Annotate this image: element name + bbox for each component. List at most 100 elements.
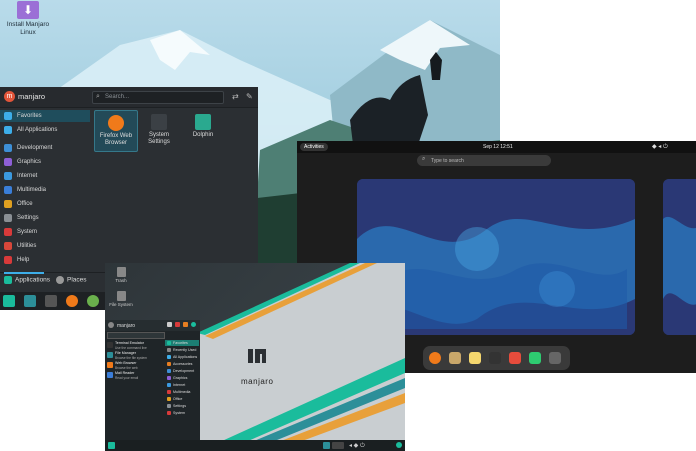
category-item[interactable]: Development xyxy=(165,368,199,374)
trash-label: Trash xyxy=(115,278,127,283)
system-tray[interactable]: ◆ ◂ ⏻ xyxy=(652,143,668,151)
clock[interactable]: Sep 12 12:51 xyxy=(483,144,513,150)
lock-icon[interactable] xyxy=(175,322,180,327)
terminal-icon[interactable] xyxy=(45,295,57,307)
category-label: Graphics xyxy=(173,376,188,380)
places-icon xyxy=(56,276,64,284)
sidebar-item-system[interactable]: System xyxy=(0,226,90,238)
app-tile-1[interactable]: System Settings xyxy=(138,110,180,150)
app-label-1: System xyxy=(148,132,169,138)
category-item[interactable]: Recently Used xyxy=(165,347,199,353)
category-icon xyxy=(167,362,171,367)
avatar[interactable]: m xyxy=(4,91,15,102)
app-grid-icon[interactable] xyxy=(549,352,561,364)
filesystem-desktop-icon[interactable]: File System xyxy=(108,291,134,307)
text-editor-icon[interactable] xyxy=(469,352,481,364)
username-label: manjaro xyxy=(18,92,46,101)
app-icon xyxy=(107,372,113,378)
favorite-item[interactable]: Terminal Emulator Use the command line xyxy=(107,341,165,350)
sidebar-item-development[interactable]: Development xyxy=(0,142,90,154)
category-icon xyxy=(167,411,171,416)
sidebar-item-utilities[interactable]: Utilities xyxy=(0,240,90,252)
help-icon[interactable] xyxy=(529,352,541,364)
sidebar-item-help[interactable]: Help xyxy=(0,254,90,266)
manjaro-icon[interactable] xyxy=(3,295,15,307)
category-label: Settings xyxy=(173,404,186,408)
category-item[interactable]: Internet xyxy=(165,382,199,388)
sidebar-item-internet[interactable]: Internet xyxy=(0,170,90,182)
pin-icon[interactable]: ✎ xyxy=(246,92,253,101)
network-icon: ◆ xyxy=(652,144,657,150)
sidebar-item-favorites[interactable]: Favorites xyxy=(0,110,90,122)
power-icon[interactable] xyxy=(396,442,402,448)
category-list: Favorites All Applications Development Grap… xyxy=(0,108,90,274)
whisker-menu: manjaro Terminal Emulator Use the command… xyxy=(105,320,200,440)
power-icon[interactable] xyxy=(191,322,196,327)
utilities-icon xyxy=(4,242,12,250)
sidebar-item-office[interactable]: Office xyxy=(0,198,90,210)
favorite-subtitle: Read your email xyxy=(115,375,139,380)
desktop-icon-label-2: Linux xyxy=(20,29,36,36)
category-item[interactable]: Accessories xyxy=(165,361,199,367)
tray-icons[interactable]: ◂ ◆ ⏻ xyxy=(349,442,365,450)
files-icon[interactable] xyxy=(449,352,461,364)
sidebar-item-all-applications[interactable]: All Applications xyxy=(0,124,90,136)
favorite-item[interactable]: Mail Reader Read your email xyxy=(107,371,165,380)
favorite-subtitle: Browse the file system xyxy=(115,355,147,360)
category-label: System xyxy=(17,228,38,235)
logout-icon[interactable] xyxy=(183,322,188,327)
category-item[interactable]: All Applications xyxy=(165,354,199,360)
favorite-item[interactable]: File Manager Browse the file system xyxy=(107,351,165,360)
software-icon[interactable] xyxy=(509,352,521,364)
category-label: Multimedia xyxy=(17,186,47,193)
category-label: Office xyxy=(17,200,33,207)
software-icon[interactable] xyxy=(87,295,99,307)
star-icon xyxy=(4,112,12,120)
firefox-icon[interactable] xyxy=(429,352,441,364)
category-label: All Applications xyxy=(173,355,198,359)
favorite-item[interactable]: Web Browser Browse the web xyxy=(107,361,165,370)
category-label: Recently Used xyxy=(173,348,197,352)
settings-icon[interactable] xyxy=(167,322,172,327)
tab-places[interactable]: Places xyxy=(56,276,87,284)
install-manjaro-desktop-icon[interactable]: ⬇ Install Manjaro Linux xyxy=(4,1,52,37)
search-input[interactable]: ⌕ Type to search xyxy=(417,155,551,166)
workspace-1-icon[interactable] xyxy=(323,442,330,449)
trash-desktop-icon[interactable]: Trash xyxy=(110,267,132,283)
category-item[interactable]: Favorites xyxy=(165,340,199,346)
manjaro-icon[interactable] xyxy=(108,442,115,449)
search-input[interactable] xyxy=(107,332,165,339)
favorite-subtitle: Browse the web xyxy=(115,365,138,370)
app-tile-0[interactable]: Firefox Web Browser xyxy=(94,110,138,152)
folder-icon xyxy=(195,114,211,130)
category-item[interactable]: Graphics xyxy=(165,375,199,381)
sidebar-item-multimedia[interactable]: Multimedia xyxy=(0,184,90,196)
tab-places-label: Places xyxy=(67,276,87,284)
abstract-wallpaper xyxy=(663,179,696,335)
system-settings-icon xyxy=(151,114,167,130)
category-item[interactable]: Office xyxy=(165,396,199,402)
firefox-icon[interactable] xyxy=(66,295,78,307)
files-icon[interactable] xyxy=(24,295,36,307)
drive-icon xyxy=(116,291,126,301)
sidebar-item-graphics[interactable]: Graphics xyxy=(0,156,90,168)
search-input[interactable]: ⌕ Search... xyxy=(92,91,224,104)
category-icon xyxy=(167,383,171,388)
category-item[interactable]: System xyxy=(165,410,199,416)
workspace-thumbnail-2[interactable] xyxy=(663,179,696,335)
favorite-title: Web Browser xyxy=(115,361,137,365)
category-icon xyxy=(167,376,171,381)
activities-button[interactable]: Activities xyxy=(300,143,328,151)
workspace-2-icon[interactable] xyxy=(332,442,344,449)
category-item[interactable]: Settings xyxy=(165,403,199,409)
terminal-icon[interactable] xyxy=(489,352,501,364)
configure-icon[interactable]: ⇄ xyxy=(232,92,239,101)
sidebar-item-settings[interactable]: Settings xyxy=(0,212,90,224)
tab-applications[interactable]: Applications xyxy=(4,276,50,284)
app-tile-2[interactable]: Dolphin xyxy=(182,110,224,150)
category-label: All Applications xyxy=(17,126,58,133)
launcher-header: m manjaro ⌕ Search... ⇄ ✎ xyxy=(0,87,258,108)
category-item[interactable]: Multimedia xyxy=(165,389,199,395)
category-label: Favorites xyxy=(173,341,188,345)
favorite-title: Mail Reader xyxy=(115,371,135,375)
